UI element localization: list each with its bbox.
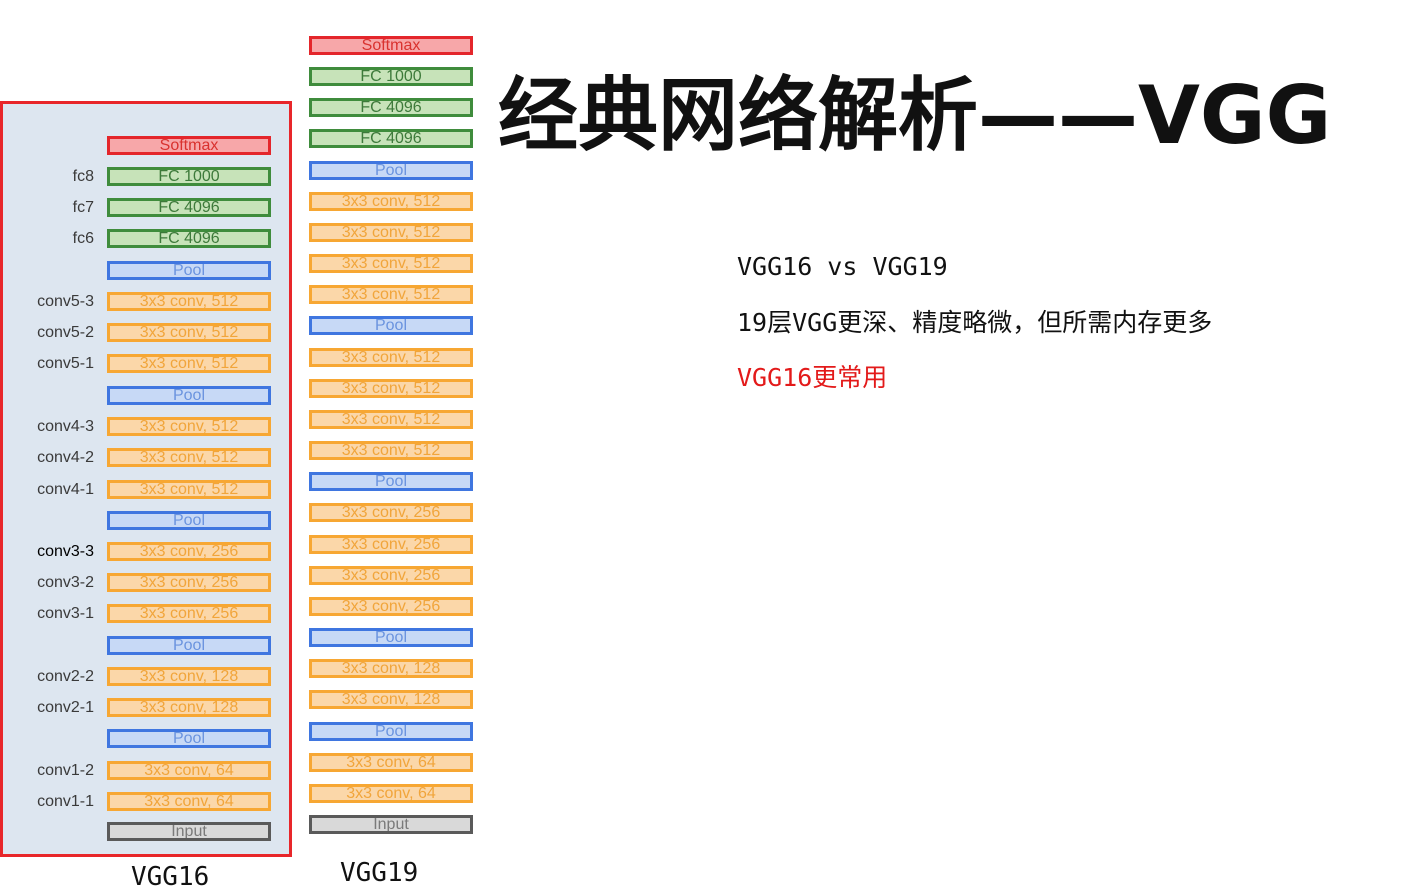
vgg19-layer-conv: 3x3 conv, 512 [309,254,473,273]
vgg16-layer-conv: 3x3 conv, 256 [107,604,271,623]
vgg16-layer-conv: 3x3 conv, 512 [107,448,271,467]
vgg16-layer-fc: FC 4096 [107,198,271,217]
vgg19-layer-pool: Pool [309,722,473,741]
vgg16-row-label: conv5-3 [37,293,94,310]
vgg16-layer-pool: Pool [107,636,271,655]
vgg16-row-label: conv4-2 [37,449,94,466]
vgg19-layer-pool: Pool [309,472,473,491]
vgg16-layer-softmax: Softmax [107,136,271,155]
vgg19-layer-conv: 3x3 conv, 512 [309,285,473,304]
vgg16-layer-conv: 3x3 conv, 256 [107,573,271,592]
vgg16-row-label: conv2-2 [37,668,94,685]
vgg16-row-label: fc6 [72,230,94,247]
vgg19-layer-conv: 3x3 conv, 256 [309,535,473,554]
vgg19-layer-conv: 3x3 conv, 256 [309,566,473,585]
vgg16-layer-fc: FC 4096 [107,229,271,248]
vgg19-layer-pool: Pool [309,628,473,647]
vgg19-layer-conv: 3x3 conv, 256 [309,503,473,522]
vgg16-row-label: conv1-2 [37,762,94,779]
vgg19-layer-fc: FC 1000 [309,67,473,86]
vgg16-row-label: conv5-1 [37,355,94,372]
vgg19-layer-fc: FC 4096 [309,98,473,117]
note-recommendation: VGG16更常用 [737,363,888,392]
vgg16-row-label: conv4-3 [37,418,94,435]
vgg19-layer-input: Input [309,815,473,834]
page-title: 经典网络解析——VGG [498,69,1332,162]
vgg16-layer-conv: 3x3 conv, 64 [107,761,271,780]
vgg16-layer-pool: Pool [107,261,271,280]
vgg19-layer-softmax: Softmax [309,36,473,55]
vgg16-layer-conv: 3x3 conv, 128 [107,698,271,717]
vgg16-layer-conv: 3x3 conv, 128 [107,667,271,686]
vgg16-layer-pool: Pool [107,386,271,405]
vgg16-layer-pool: Pool [107,729,271,748]
vgg16-row-label: fc8 [72,168,94,185]
vgg19-layer-conv: 3x3 conv, 512 [309,441,473,460]
vgg19-layer-conv: 3x3 conv, 512 [309,348,473,367]
vgg19-layer-conv: 3x3 conv, 512 [309,192,473,211]
vgg16-layer-fc: FC 1000 [107,167,271,186]
vgg16-row-label: conv3-1 [37,605,94,622]
vgg19-layer-conv: 3x3 conv, 64 [309,753,473,772]
vgg19-layer-conv: 3x3 conv, 512 [309,223,473,242]
vgg16-row-label: conv4-1 [37,481,94,498]
vgg19-layer-conv: 3x3 conv, 64 [309,784,473,803]
vgg16-layer-conv: 3x3 conv, 512 [107,323,271,342]
vgg19-layer-fc: FC 4096 [309,129,473,148]
vgg16-layer-conv: 3x3 conv, 512 [107,292,271,311]
vgg16-layer-conv: 3x3 conv, 512 [107,354,271,373]
vgg16-row-label: conv1-1 [37,793,94,810]
vgg19-layer-conv: 3x3 conv, 512 [309,379,473,398]
vgg16-row-label: conv3-3 [37,543,94,560]
vgg19-layer-conv: 3x3 conv, 256 [309,597,473,616]
vgg16-layer-conv: 3x3 conv, 64 [107,792,271,811]
vgg19-layer-conv: 3x3 conv, 128 [309,690,473,709]
vgg19-layer-pool: Pool [309,161,473,180]
note-depth: 19层VGG更深、精度略微，但所需内存更多 [737,308,1213,337]
vgg16-row-label: fc7 [72,199,94,216]
vgg16-caption: VGG16 [131,862,210,892]
vgg16-row-label: conv3-2 [37,574,94,591]
note-comparison: VGG16 vs VGG19 [737,252,948,281]
vgg19-layer-conv: 3x3 conv, 128 [309,659,473,678]
vgg16-layer-pool: Pool [107,511,271,530]
vgg16-layer-conv: 3x3 conv, 512 [107,480,271,499]
vgg16-layer-input: Input [107,822,271,841]
vgg16-layer-conv: 3x3 conv, 512 [107,417,271,436]
vgg16-layer-conv: 3x3 conv, 256 [107,542,271,561]
vgg16-row-label: conv2-1 [37,699,94,716]
vgg19-caption: VGG19 [340,858,419,888]
vgg16-row-label: conv5-2 [37,324,94,341]
vgg19-layer-conv: 3x3 conv, 512 [309,410,473,429]
vgg19-layer-pool: Pool [309,316,473,335]
